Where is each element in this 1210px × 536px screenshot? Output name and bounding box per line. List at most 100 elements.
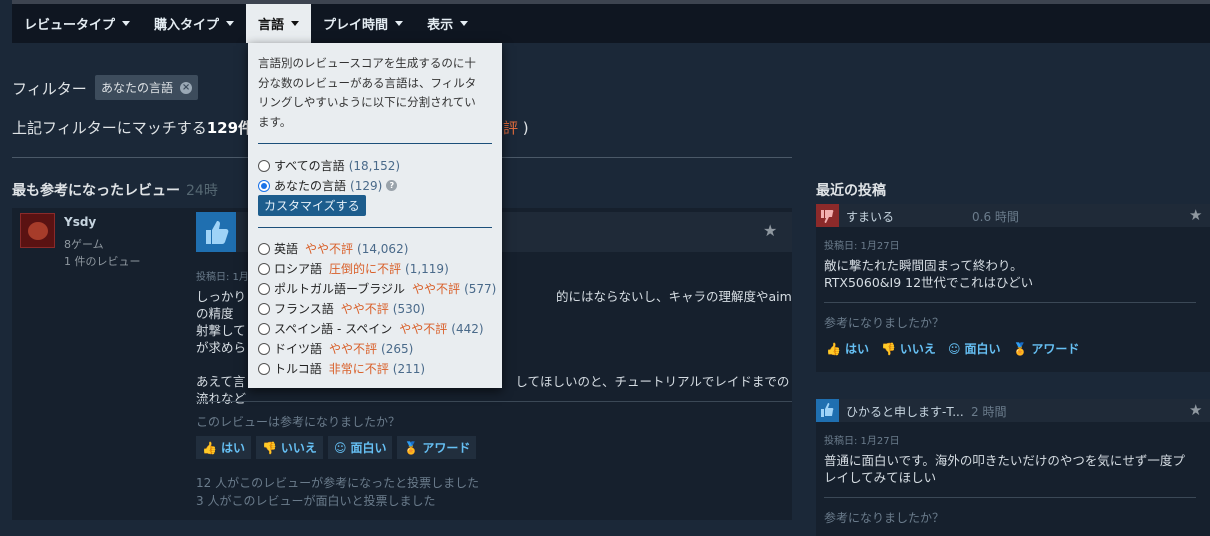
language-option-french[interactable]: フランス語 やや不評 (530)	[258, 300, 425, 317]
radio-button[interactable]	[258, 262, 270, 275]
radio-button[interactable]	[258, 302, 270, 315]
option-label: フランス語	[274, 302, 334, 316]
star-icon[interactable]: ★	[763, 221, 777, 240]
language-option-russian[interactable]: ロシア語 圧倒的に不評 (1,119)	[258, 260, 449, 277]
filter-chip-label: あなたの言語	[101, 81, 174, 95]
review-text: 流れなど	[196, 391, 247, 406]
smiley-icon: ☺	[333, 440, 347, 455]
post-author[interactable]: すまいる	[846, 208, 894, 225]
vote-funny-button[interactable]: ☺ 面白い	[327, 436, 393, 459]
thumbs-up-icon	[816, 399, 839, 422]
language-option-yours[interactable]: あなたの言語 (129)?	[258, 177, 398, 194]
vote-buttons: 👍 はい 👎 いいえ ☺ 面白い 🏅 アワード	[196, 436, 477, 459]
option-rating: やや不評	[412, 282, 461, 296]
helpful-question: このレビューは参考になりましたか？	[196, 415, 401, 429]
reviewer-games[interactable]: 8ゲーム	[64, 236, 104, 252]
vote-funny-label: 面白い	[350, 441, 387, 455]
award-icon: 🏅	[403, 440, 419, 455]
option-count: (577)	[464, 281, 497, 296]
review-text: あえて言	[196, 374, 246, 389]
review-filter-menubar: レビュータイプ 購入タイプ 言語 プレイ時間 表示	[12, 0, 1210, 43]
radio-button-selected[interactable]	[258, 179, 270, 192]
language-option-all[interactable]: すべての言語 (18,152)	[258, 157, 400, 174]
menu-purchase-type[interactable]: 購入タイプ	[142, 4, 246, 43]
option-rating: やや不評	[399, 322, 448, 336]
recent-posts-title: 最近の投稿	[816, 183, 886, 199]
menu-label: 表示	[427, 18, 454, 33]
post-helpful-question: 参考になりましたか？	[824, 511, 945, 525]
vote-no-button[interactable]: 👎 いいえ	[255, 436, 323, 459]
language-option-spanish-spain[interactable]: スペイン語 - スペイン やや不評 (442)	[258, 320, 484, 337]
menu-review-type[interactable]: レビュータイプ	[12, 4, 142, 43]
option-label: ドイツ語	[274, 342, 323, 356]
vote-funny-button[interactable]: ☺ 面白い	[946, 337, 1003, 360]
helpful-count-text: 12 人がこのレビューが参考になったと投票しました	[196, 476, 480, 490]
star-icon[interactable]: ★	[1189, 206, 1202, 224]
funny-count-text: 3 人がこのレビューが面白いと投票しました	[196, 494, 436, 508]
most-helpful-title: 最も参考になったレビュー 24時	[12, 180, 218, 200]
radio-button[interactable]	[258, 322, 270, 335]
post-separator	[824, 497, 1196, 498]
vote-no-button[interactable]: 👎 いいえ	[879, 337, 938, 360]
filter-chip-your-language[interactable]: あなたの言語 ×	[95, 75, 199, 100]
award-button[interactable]: 🏅 アワード	[1010, 337, 1081, 360]
match-prefix: 上記フィルターにマッチする	[12, 119, 207, 137]
chevron-down-icon	[226, 21, 235, 26]
star-icon[interactable]: ★	[1189, 401, 1202, 419]
radio-button[interactable]	[258, 159, 270, 172]
menu-label: 購入タイプ	[154, 18, 220, 33]
post-author[interactable]: ひかると申します-T...	[846, 403, 964, 420]
description-line: 言語別のレビュースコアを生成するのに十	[258, 56, 476, 70]
vote-yes-button[interactable]: 👍 はい	[196, 436, 251, 459]
menu-language[interactable]: 言語	[246, 4, 312, 43]
option-label: あなたの言語	[274, 179, 347, 193]
description-line: リングしやすいように以下に分割されてい	[258, 95, 476, 109]
language-option-english[interactable]: 英語 やや不評 (14,062)	[258, 240, 408, 257]
award-button[interactable]: 🏅 アワード	[397, 436, 477, 459]
radio-button[interactable]	[258, 242, 270, 255]
post-header[interactable]: ひかると申します-T... 2 時間 ★	[816, 399, 1210, 422]
reviewer-name[interactable]: Ysdy	[64, 215, 96, 229]
option-rating: 非常に不評	[328, 362, 389, 376]
reviewer-review-count[interactable]: 1 件のレビュー	[64, 253, 141, 269]
language-dropdown: 言語別のレビュースコアを生成するのに十 分な数のレビューがある言語は、フィルタ …	[248, 43, 502, 388]
menu-display[interactable]: 表示	[415, 4, 480, 43]
radio-button[interactable]	[258, 362, 270, 375]
match-count: 129件	[206, 119, 254, 137]
language-option-portuguese-brazil[interactable]: ポルトガル語ーブラジル やや不評 (577)	[258, 280, 496, 297]
dropdown-divider	[258, 227, 492, 228]
description-line: 分な数のレビューがある言語は、フィルタ	[258, 75, 477, 90]
thumbs-down-icon	[816, 204, 839, 227]
review-separator	[196, 401, 792, 402]
radio-button[interactable]	[258, 282, 270, 295]
filter-label: フィルター	[12, 80, 87, 98]
option-label: ポルトガル語ーブラジル	[274, 282, 406, 296]
match-rating: 評	[503, 119, 519, 137]
option-count: (442)	[451, 321, 484, 336]
vote-yes-label: はい	[844, 342, 869, 356]
post-date: 投稿日: 1月27日	[824, 436, 900, 447]
post-text: 普通に面白いです。海外の叩きたいだけのやつを気にせず一度プ レイしてみてほしい	[824, 452, 1204, 486]
close-icon[interactable]: ×	[180, 81, 193, 94]
radio-button[interactable]	[258, 342, 270, 355]
post-text: 敵に撃たれた瞬間固まって終わり。 RTX5060&I9 12世代でこれはひどい	[824, 257, 1204, 291]
post-header[interactable]: すまいる 0.6 時間 ★	[816, 204, 1210, 227]
menu-playtime[interactable]: プレイ時間	[311, 4, 415, 43]
option-count: (14,062)	[357, 241, 409, 256]
review-posted-date: 投稿日: 1月	[196, 272, 249, 283]
customize-button[interactable]: カスタマイズする	[258, 195, 366, 216]
vote-funny-label: 面白い	[964, 342, 1001, 356]
post-playtime: 2 時間	[971, 405, 1007, 419]
option-count: (211)	[392, 361, 426, 376]
smiley-icon: ☺	[947, 341, 961, 356]
avatar[interactable]	[20, 213, 55, 248]
thumbs-down-icon: 👎	[880, 341, 896, 356]
option-rating: やや不評	[340, 302, 389, 316]
vote-yes-button[interactable]: 👍 はい	[824, 337, 871, 360]
help-icon[interactable]: ?	[386, 180, 398, 191]
language-option-turkish[interactable]: トルコ語 非常に不評 (211)	[258, 360, 425, 377]
thumbs-up-icon: 👍	[202, 440, 217, 455]
language-option-german[interactable]: ドイツ語 やや不評 (265)	[258, 340, 413, 357]
match-paren: )	[518, 119, 529, 137]
description-line: ます。	[258, 114, 292, 129]
